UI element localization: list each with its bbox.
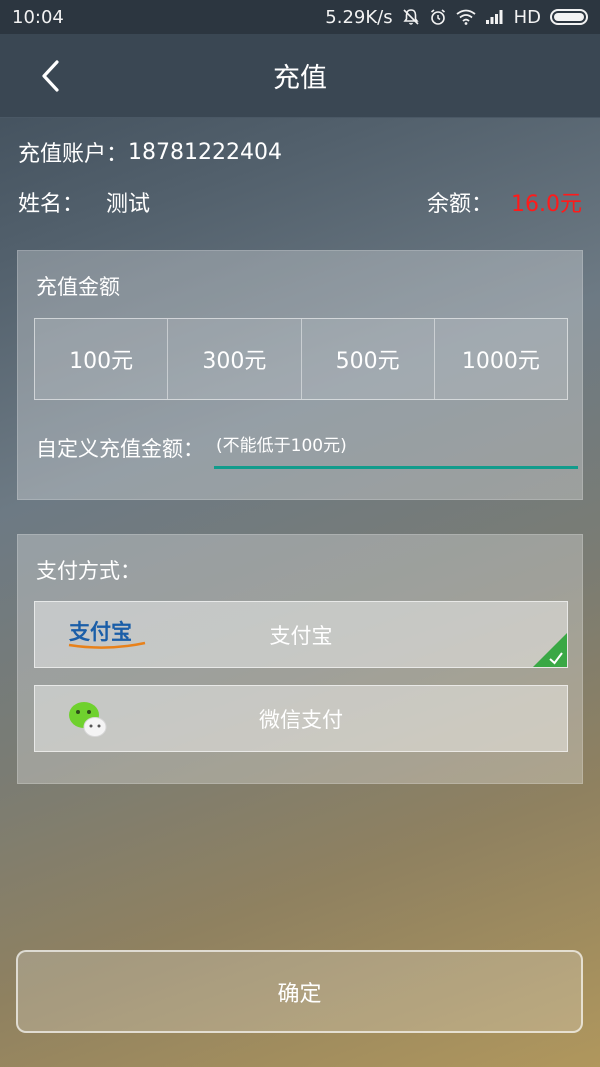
- chevron-left-icon: [42, 60, 59, 92]
- amount-options: 100元 300元 500元 1000元: [34, 318, 568, 400]
- wechat-icon: [69, 702, 107, 737]
- payment-option-alipay-label: 支付宝: [269, 623, 333, 648]
- name-balance-row: 姓名： 测试 余额： 16.0元: [18, 186, 582, 218]
- name-label: 姓名：: [18, 192, 85, 217]
- amount-option-300[interactable]: 300元: [168, 319, 302, 399]
- payment-option-alipay[interactable]: 支付宝 支付宝: [34, 601, 568, 668]
- payment-option-wechat[interactable]: 微信支付: [34, 685, 568, 752]
- amount-panel: 充值金额 100元 300元 500元 1000元 自定义充值金额：: [17, 250, 583, 500]
- amount-option-1000[interactable]: 1000元: [435, 319, 567, 399]
- account-label: 充值账户：: [18, 142, 129, 167]
- payment-panel: 支付方式： 支付宝 支付宝 微信支付: [17, 534, 583, 784]
- battery-icon: [550, 9, 588, 25]
- network-type: HD: [513, 6, 541, 28]
- custom-amount-row: 自定义充值金额：: [36, 429, 578, 469]
- account-number: 18781222404: [128, 139, 282, 165]
- name-value: 测试: [106, 192, 151, 217]
- alipay-logo: 支付宝: [68, 620, 146, 649]
- amount-option-100[interactable]: 100元: [35, 319, 169, 399]
- custom-amount-input[interactable]: [214, 433, 578, 469]
- status-bar: 10:04 5.29K/s HD: [0, 0, 600, 34]
- balance-label: 余额：: [426, 192, 493, 217]
- app-bar: 充值: [0, 34, 600, 118]
- status-icons: 5.29K/s HD: [325, 7, 588, 28]
- selected-check-icon: [533, 633, 567, 667]
- signal-icon: [485, 10, 503, 24]
- alarm-icon: [430, 9, 445, 25]
- amount-option-500[interactable]: 500元: [302, 319, 435, 399]
- mute-icon: [402, 9, 419, 25]
- page-title: 充值: [273, 63, 327, 94]
- custom-amount-label: 自定义充值金额：: [36, 437, 204, 461]
- network-speed: 5.29K/s: [325, 6, 393, 28]
- wifi-icon: [456, 9, 476, 25]
- svg-text:支付宝: 支付宝: [69, 620, 132, 644]
- status-time: 10:04: [12, 6, 64, 28]
- back-button[interactable]: [30, 56, 70, 96]
- amount-section-title: 充值金额: [36, 275, 120, 299]
- payment-option-wechat-label: 微信支付: [259, 707, 343, 732]
- confirm-button[interactable]: 确定: [16, 950, 583, 1033]
- account-row: 充值账户： 18781222404: [18, 136, 582, 168]
- balance-value: 16.0元: [511, 192, 582, 217]
- payment-section-title: 支付方式：: [36, 559, 141, 583]
